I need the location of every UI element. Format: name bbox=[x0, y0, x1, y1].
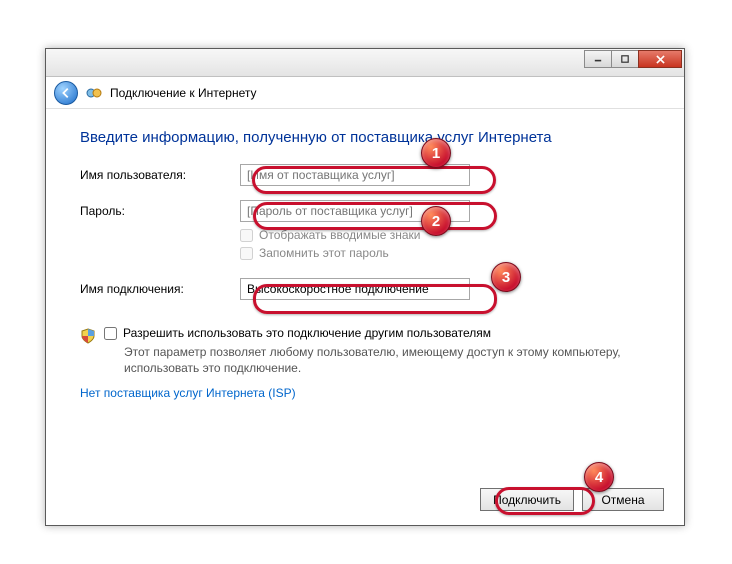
connection-name-input[interactable] bbox=[240, 278, 470, 300]
username-label: Имя пользователя: bbox=[80, 168, 240, 182]
remember-password-checkbox[interactable] bbox=[240, 247, 253, 260]
footer: Подключить Отмена bbox=[480, 488, 664, 511]
allow-others-label: Разрешить использовать это подключение д… bbox=[123, 326, 491, 340]
allow-others-checkbox[interactable] bbox=[104, 327, 117, 340]
connection-name-label: Имя подключения: bbox=[80, 282, 240, 296]
wizard-icon bbox=[86, 85, 102, 101]
nav-bar: Подключение к Интернету bbox=[46, 77, 684, 109]
window-title: Подключение к Интернету bbox=[110, 86, 257, 100]
minimize-button[interactable] bbox=[584, 50, 612, 68]
remember-password-label: Запомнить этот пароль bbox=[259, 246, 389, 260]
close-button[interactable] bbox=[638, 50, 682, 68]
connect-button[interactable]: Подключить bbox=[480, 488, 574, 511]
maximize-button[interactable] bbox=[611, 50, 639, 68]
no-isp-link[interactable]: Нет поставщика услуг Интернета (ISP) bbox=[80, 386, 296, 400]
shield-icon bbox=[80, 328, 96, 344]
show-chars-checkbox[interactable] bbox=[240, 229, 253, 242]
allow-others-description: Этот параметр позволяет любому пользоват… bbox=[104, 344, 650, 376]
page-heading: Введите информацию, полученную от постав… bbox=[80, 129, 650, 146]
wizard-window: Подключение к Интернету Введите информац… bbox=[45, 48, 685, 526]
username-input[interactable] bbox=[240, 164, 470, 186]
password-input[interactable] bbox=[240, 200, 470, 222]
titlebar bbox=[46, 49, 684, 77]
show-chars-label: Отображать вводимые знаки bbox=[259, 228, 420, 242]
password-label: Пароль: bbox=[80, 204, 240, 218]
content-area: Введите информацию, полученную от постав… bbox=[46, 109, 684, 400]
cancel-button[interactable]: Отмена bbox=[582, 488, 664, 511]
back-button[interactable] bbox=[54, 81, 78, 105]
